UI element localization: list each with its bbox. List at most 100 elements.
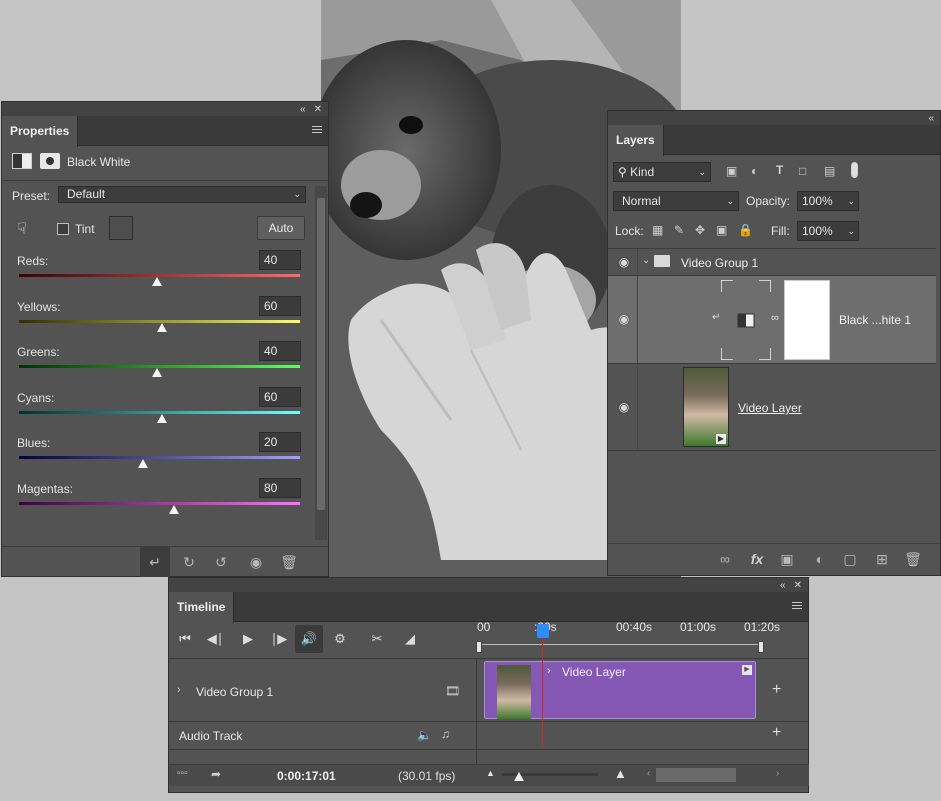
- close-icon[interactable]: ✕: [794, 580, 802, 591]
- convert-to-frame-animation-icon[interactable]: ▫▫▫: [177, 768, 188, 779]
- slider-thumb[interactable]: [151, 368, 162, 377]
- layer-row-video-layer[interactable]: ◉ ▶ Video Layer: [608, 364, 936, 451]
- zoom-slider[interactable]: [502, 772, 598, 781]
- clip-menu-icon[interactable]: ▶: [742, 665, 752, 675]
- scroll-right-icon[interactable]: ›: [776, 768, 779, 779]
- previous-frame-icon[interactable]: ◀∣: [204, 628, 226, 650]
- close-icon[interactable]: ✕: [314, 104, 322, 115]
- blend-mode-select[interactable]: Normal ⌄: [613, 191, 739, 211]
- mute-audio-button[interactable]: 🔊: [295, 625, 323, 653]
- targeted-adjustment-hand-icon[interactable]: ☟: [17, 219, 37, 239]
- music-note-icon[interactable]: ♫: [441, 727, 450, 741]
- panel-menu-icon[interactable]: [312, 126, 322, 134]
- tab-layers[interactable]: Layers: [608, 125, 664, 156]
- slider-thumb[interactable]: [137, 459, 148, 468]
- playhead-handle[interactable]: [537, 624, 549, 638]
- delete-trash-icon[interactable]: 🗑: [904, 550, 922, 568]
- zoom-slider-thumb[interactable]: [514, 772, 524, 781]
- visibility-eye-icon[interactable]: ◉: [247, 553, 265, 571]
- lock-all-icon[interactable]: 🔒: [738, 223, 753, 237]
- horizontal-scrollbar-thumb[interactable]: [656, 768, 736, 782]
- scroll-left-icon[interactable]: ‹: [647, 768, 650, 779]
- slider-value-input[interactable]: 40: [259, 341, 301, 361]
- slider-value-input[interactable]: 60: [259, 386, 301, 407]
- work-area-end-handle[interactable]: [758, 641, 764, 653]
- split-scissors-icon[interactable]: ✂: [366, 628, 388, 650]
- clip-to-layer-button[interactable]: ↵: [140, 547, 170, 577]
- slider-value-input[interactable]: 60: [259, 295, 301, 316]
- tab-properties[interactable]: Properties: [2, 116, 79, 147]
- lock-artboard-icon[interactable]: ▣: [716, 223, 727, 237]
- smart-object-filter-icon[interactable]: ▤: [824, 164, 835, 178]
- link-layers-icon[interactable]: ∞: [716, 550, 734, 568]
- slider-thumb[interactable]: [168, 504, 179, 514]
- reset-icon[interactable]: ↺: [212, 553, 230, 571]
- collapse-icon[interactable]: «: [300, 104, 306, 115]
- work-area-start-handle[interactable]: [476, 641, 482, 653]
- fx-layer-style-icon[interactable]: fx: [748, 550, 766, 568]
- filter-kind-select[interactable]: ⚲ Kind ⌄: [613, 162, 711, 182]
- properties-scrollbar[interactable]: [315, 186, 327, 540]
- tab-timeline[interactable]: Timeline: [169, 592, 235, 623]
- zoom-out-mountain-icon[interactable]: ▲: [486, 768, 495, 778]
- zoom-in-mountain-icon[interactable]: ▲: [614, 766, 627, 781]
- time-ruler[interactable]: 00:20s00:40s01:00s01:20s: [476, 618, 780, 658]
- new-layer-icon[interactable]: ⊞: [873, 550, 891, 568]
- mask-icon[interactable]: [40, 153, 60, 169]
- type-filter-icon[interactable]: T: [776, 163, 783, 177]
- speaker-icon[interactable]: 🔈: [417, 728, 432, 742]
- new-group-folder-icon[interactable]: ▢: [841, 550, 859, 568]
- slider-value-input[interactable]: 80: [259, 477, 301, 498]
- slider-track[interactable]: [19, 501, 300, 505]
- auto-button[interactable]: Auto: [257, 216, 305, 240]
- slider-track[interactable]: [19, 456, 300, 459]
- fill-input[interactable]: 100% ⌄: [797, 221, 859, 241]
- add-mask-icon[interactable]: ▣: [778, 550, 796, 568]
- video-layer-thumbnail[interactable]: ▶: [683, 367, 729, 447]
- chevron-right-icon[interactable]: ›: [177, 684, 181, 696]
- visibility-eye-icon[interactable]: ◉: [616, 255, 632, 271]
- next-frame-icon[interactable]: ∣▶: [268, 628, 290, 650]
- opacity-input[interactable]: 100% ⌄: [797, 191, 859, 211]
- render-video-arrow-icon[interactable]: ➦: [211, 767, 221, 781]
- layer-row-black-white[interactable]: ◉ ↵ ∞ Black ...hite 1: [608, 276, 936, 364]
- pixel-filter-icon[interactable]: ▣: [726, 164, 737, 178]
- scrollbar-thumb[interactable]: [317, 198, 325, 510]
- transition-icon[interactable]: ◢: [399, 628, 421, 650]
- slider-value-input[interactable]: 20: [259, 432, 301, 452]
- preset-select[interactable]: Default ⌄: [58, 186, 306, 203]
- play-icon[interactable]: ▶: [237, 628, 259, 650]
- film-strip-icon[interactable]: 🎞: [445, 684, 460, 698]
- tint-color-swatch[interactable]: [109, 216, 133, 240]
- add-media-plus-icon[interactable]: +: [772, 681, 781, 699]
- view-previous-state-icon[interactable]: ↻: [180, 553, 198, 571]
- lock-image-brush-icon[interactable]: ✎: [674, 223, 684, 237]
- gear-settings-icon[interactable]: ⚙: [329, 628, 351, 650]
- panel-menu-icon[interactable]: [792, 602, 802, 610]
- slider-thumb[interactable]: [151, 277, 162, 286]
- go-to-first-frame-icon[interactable]: ⏮: [174, 628, 196, 650]
- slider-thumb[interactable]: [157, 322, 168, 332]
- slider-value-input[interactable]: 40: [259, 250, 301, 270]
- chevron-right-icon[interactable]: ›: [547, 665, 551, 677]
- adjustment-thumbnail[interactable]: [720, 279, 772, 361]
- tint-checkbox[interactable]: [57, 223, 69, 235]
- chevron-down-icon[interactable]: ⌄: [642, 255, 650, 266]
- collapse-icon[interactable]: «: [780, 580, 786, 591]
- link-chain-icon[interactable]: ∞: [771, 312, 779, 324]
- collapse-icon[interactable]: «: [928, 113, 934, 124]
- visibility-eye-icon[interactable]: ◉: [616, 400, 632, 416]
- layer-row-video-group[interactable]: ◉ ⌄ Video Group 1: [608, 249, 936, 276]
- lock-position-move-icon[interactable]: ✥: [695, 223, 705, 237]
- adjustment-filter-icon[interactable]: ◐: [751, 164, 758, 178]
- layer-mask-thumbnail[interactable]: [784, 280, 830, 360]
- delete-trash-icon[interactable]: 🗑: [280, 553, 298, 571]
- slider-thumb[interactable]: [157, 413, 168, 423]
- lock-transparent-icon[interactable]: ▦: [652, 223, 663, 237]
- video-clip[interactable]: › Video Layer ▶: [484, 661, 756, 719]
- new-adjustment-layer-icon[interactable]: ◐: [811, 550, 829, 568]
- shape-filter-icon[interactable]: □: [799, 164, 806, 178]
- work-area-bar[interactable]: [476, 641, 764, 653]
- filter-toggle-switch[interactable]: [851, 162, 858, 178]
- add-audio-plus-icon[interactable]: +: [772, 724, 781, 742]
